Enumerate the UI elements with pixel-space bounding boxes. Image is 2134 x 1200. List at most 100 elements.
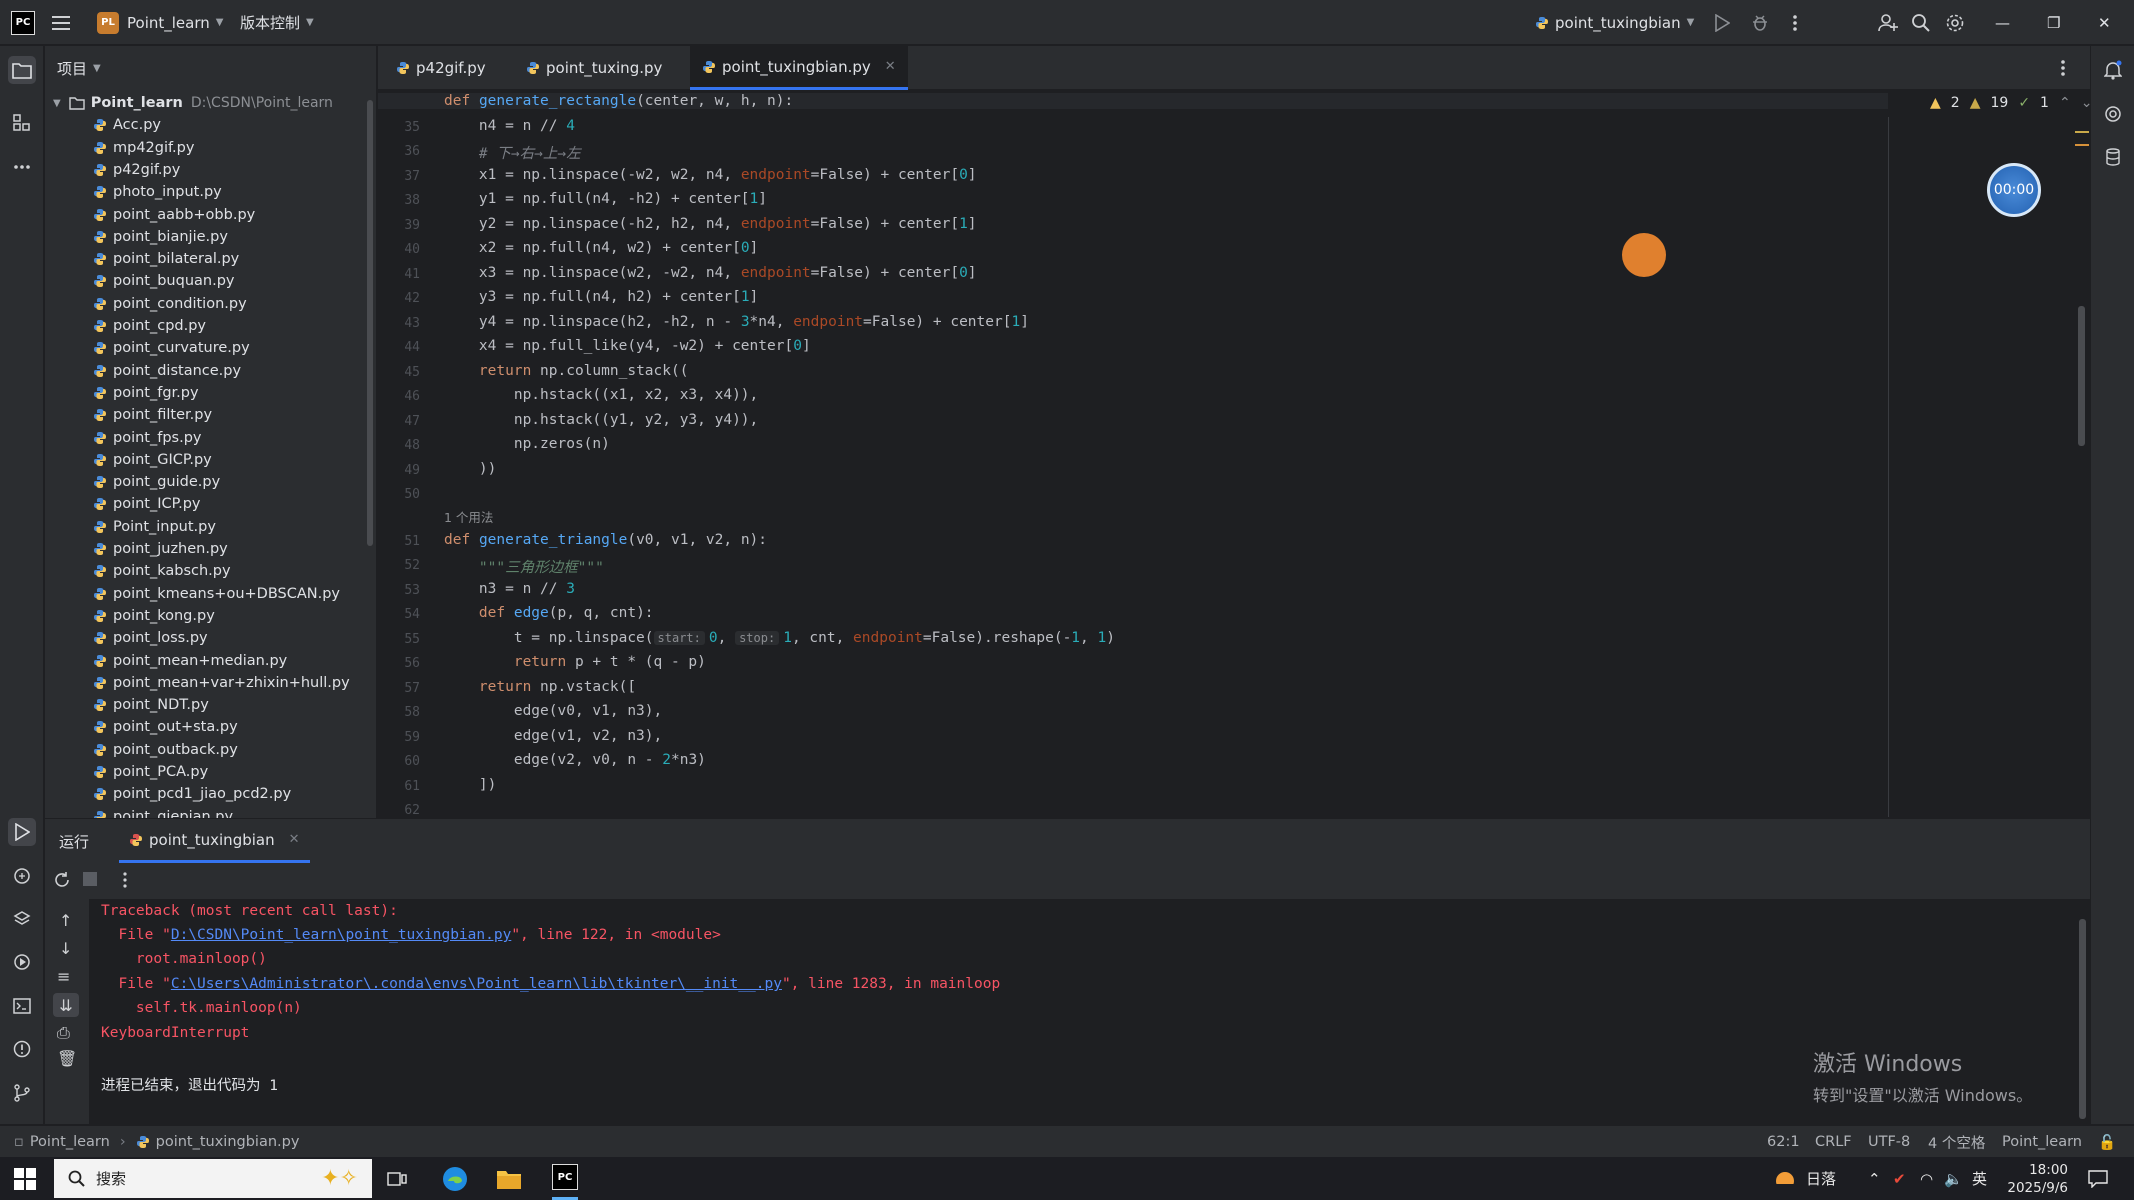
structure-tool-button[interactable] xyxy=(8,109,36,137)
more-tools-button[interactable] xyxy=(8,153,36,181)
tree-file-item[interactable]: Acc.py xyxy=(93,114,161,136)
tree-file-item[interactable]: point_PCA.py xyxy=(93,761,208,783)
tree-file-item[interactable]: point_loss.py xyxy=(93,627,208,649)
network-button[interactable]: ◠ xyxy=(1920,1157,1933,1200)
code-line-44[interactable]: x4 = np.full_like(y4, -w2) + center[0] xyxy=(444,338,811,354)
tree-file-item[interactable]: point_ICP.py xyxy=(93,493,201,515)
clear-console-button[interactable]: 🗑 xyxy=(57,1049,77,1068)
tree-file-item[interactable]: point_bianjie.py xyxy=(93,226,228,248)
file-explorer-button[interactable] xyxy=(496,1157,522,1200)
run-config-selector[interactable]: point_tuxingbian ▼ xyxy=(1535,0,1694,45)
code-line-61[interactable]: ]) xyxy=(444,777,496,793)
tree-file-item[interactable]: p42gif.py xyxy=(93,159,180,181)
tree-file-item[interactable]: point_kabsch.py xyxy=(93,560,231,582)
code-line-46[interactable]: np.hstack((x1, x2, x3, x4)), xyxy=(444,387,758,403)
start-button[interactable] xyxy=(14,1157,36,1200)
code-line-38[interactable]: y1 = np.full(n4, -h2) + center[1] xyxy=(444,191,767,207)
weather-widget[interactable]: 日落 xyxy=(1772,1157,1836,1200)
tree-file-item[interactable]: point_filter.py xyxy=(93,404,212,426)
console-scrollbar[interactable] xyxy=(2079,919,2086,1119)
run-console[interactable]: Traceback (most recent call last): File … xyxy=(89,899,2090,1124)
code-line-42[interactable]: y3 = np.full(n4, h2) + center[1] xyxy=(444,289,758,305)
code-line-54[interactable]: def edge(p, q, cnt): xyxy=(444,605,654,621)
tree-file-item[interactable]: point_buquan.py xyxy=(93,270,235,292)
code-line-37[interactable]: x1 = np.linspace(-w2, w2, n4, endpoint=F… xyxy=(444,167,977,183)
project-tree-scrollbar[interactable] xyxy=(367,100,373,546)
code-line-47[interactable]: np.hstack((y1, y2, y3, y4)), xyxy=(444,412,758,428)
database-button[interactable] xyxy=(2099,143,2127,171)
sticky-line[interactable]: def generate_rectangle(center, w, h, n): xyxy=(378,93,1888,109)
project-panel-header[interactable]: 项目 ▼ xyxy=(57,56,101,80)
tree-file-item[interactable]: point_condition.py xyxy=(93,293,247,315)
editor-scrollbar[interactable] xyxy=(2078,306,2085,446)
tree-file-item[interactable]: point_pcd1_jiao_pcd2.py xyxy=(93,783,291,805)
code-line-41[interactable]: x3 = np.linspace(w2, -w2, n4, endpoint=F… xyxy=(444,265,977,281)
chevron-up-icon[interactable]: ⌃ xyxy=(2059,95,2071,111)
stop-button[interactable] xyxy=(83,872,97,886)
tree-file-item[interactable]: point_NDT.py xyxy=(93,694,209,716)
tree-file-item[interactable]: point_juzhen.py xyxy=(93,538,228,560)
tab-p42gif[interactable]: p42gif.py xyxy=(384,46,498,90)
breadcrumb-file[interactable]: point_tuxingbian.py xyxy=(156,1134,300,1150)
scroll-up-button[interactable]: ↑ xyxy=(59,911,72,930)
tree-file-item[interactable]: point_mean+median.py xyxy=(93,650,287,672)
close-tab-icon[interactable]: ✕ xyxy=(885,59,896,74)
tray-overflow-button[interactable]: ⌃ xyxy=(1868,1157,1881,1200)
volume-button[interactable]: 🔈 xyxy=(1944,1157,1963,1200)
line-separator[interactable]: CRLF xyxy=(1815,1126,1852,1158)
tab-list-button[interactable] xyxy=(2048,46,2078,90)
tab-point-tuxingbian[interactable]: point_tuxingbian.py ✕ xyxy=(690,46,908,90)
code-line-35[interactable]: n4 = n // 4 xyxy=(444,118,575,134)
clock[interactable]: 18:00 2025/9/6 xyxy=(2006,1157,2068,1200)
tree-file-item[interactable]: point_aabb+obb.py xyxy=(93,204,255,226)
code-line-43[interactable]: y4 = np.linspace(h2, -h2, n - 3*n4, endp… xyxy=(444,314,1029,330)
recording-timer[interactable]: 00:00 xyxy=(1987,163,2041,217)
python-console-button[interactable] xyxy=(8,862,36,890)
code-line-39[interactable]: y2 = np.linspace(-h2, h2, n4, endpoint=F… xyxy=(444,216,977,232)
notifications-button[interactable] xyxy=(2099,56,2127,84)
tree-file-item[interactable]: point_fps.py xyxy=(93,427,202,449)
code-line-51[interactable]: def generate_triangle(v0, v1, v2, n): xyxy=(444,532,767,548)
tree-file-item[interactable]: mp42gif.py xyxy=(93,137,194,159)
edge-app-button[interactable] xyxy=(442,1157,468,1200)
pycharm-app-button[interactable]: PC xyxy=(552,1157,578,1200)
tree-file-item[interactable]: point_out+sta.py xyxy=(93,716,238,738)
tree-file-item[interactable]: point_qiepian.py xyxy=(93,806,233,818)
python-packages-button[interactable] xyxy=(8,905,36,933)
main-menu-button[interactable] xyxy=(52,0,72,45)
debug-button[interactable] xyxy=(1751,0,1769,45)
run-tool-button[interactable] xyxy=(8,818,36,846)
tree-file-item[interactable]: point_GICP.py xyxy=(93,449,212,471)
ime-indicator[interactable]: 英 xyxy=(1972,1157,1987,1200)
close-window-button[interactable]: ✕ xyxy=(2098,0,2111,45)
tree-root-folder[interactable]: ▼ Point_learn D:\CSDN\Point_learn xyxy=(53,92,333,114)
run-more-button[interactable] xyxy=(122,871,128,889)
usage-hint[interactable]: 1 个用法 xyxy=(444,507,493,526)
code-line-40[interactable]: x2 = np.full(n4, w2) + center[0] xyxy=(444,240,758,256)
indent-setting[interactable]: 4 个空格 xyxy=(1928,1126,1985,1158)
error-stripe-marker[interactable] xyxy=(2075,144,2089,146)
code-line-55[interactable]: t = np.linspace(start: 0, stop: 1, cnt, en… xyxy=(444,630,1115,646)
python-interpreter[interactable]: Point_learn xyxy=(2002,1126,2082,1158)
error-stripe-marker[interactable] xyxy=(2075,131,2089,133)
code-line-57[interactable]: return np.vstack([ xyxy=(444,679,636,695)
rerun-button[interactable] xyxy=(53,871,71,889)
code-line-53[interactable]: n3 = n // 3 xyxy=(444,581,575,597)
project-switcher[interactable]: PL Point_learn ▼ xyxy=(97,0,223,45)
tab-point-tuxing[interactable]: point_tuxing.py xyxy=(514,46,674,90)
tree-file-item[interactable]: point_kmeans+ou+DBSCAN.py xyxy=(93,583,340,605)
action-center-button[interactable] xyxy=(2088,1157,2108,1200)
code-line-52[interactable]: """三角形边框""" xyxy=(444,556,604,577)
code-line-49[interactable]: )) xyxy=(444,461,496,477)
scroll-to-end-button[interactable]: ⇊ xyxy=(53,993,79,1017)
readonly-toggle[interactable]: 🔓 xyxy=(2098,1126,2116,1158)
run-button[interactable] xyxy=(1714,0,1730,45)
search-everywhere-button[interactable] xyxy=(1911,0,1931,45)
soft-wrap-button[interactable]: ≡ xyxy=(57,967,70,986)
ai-assistant-button[interactable] xyxy=(2099,100,2127,128)
task-view-button[interactable] xyxy=(387,1157,407,1200)
project-tool-button[interactable] xyxy=(8,56,36,84)
tree-file-item[interactable]: point_cpd.py xyxy=(93,315,206,337)
minimize-button[interactable]: — xyxy=(1995,0,2010,45)
code-line-58[interactable]: edge(v0, v1, n3), xyxy=(444,703,662,719)
